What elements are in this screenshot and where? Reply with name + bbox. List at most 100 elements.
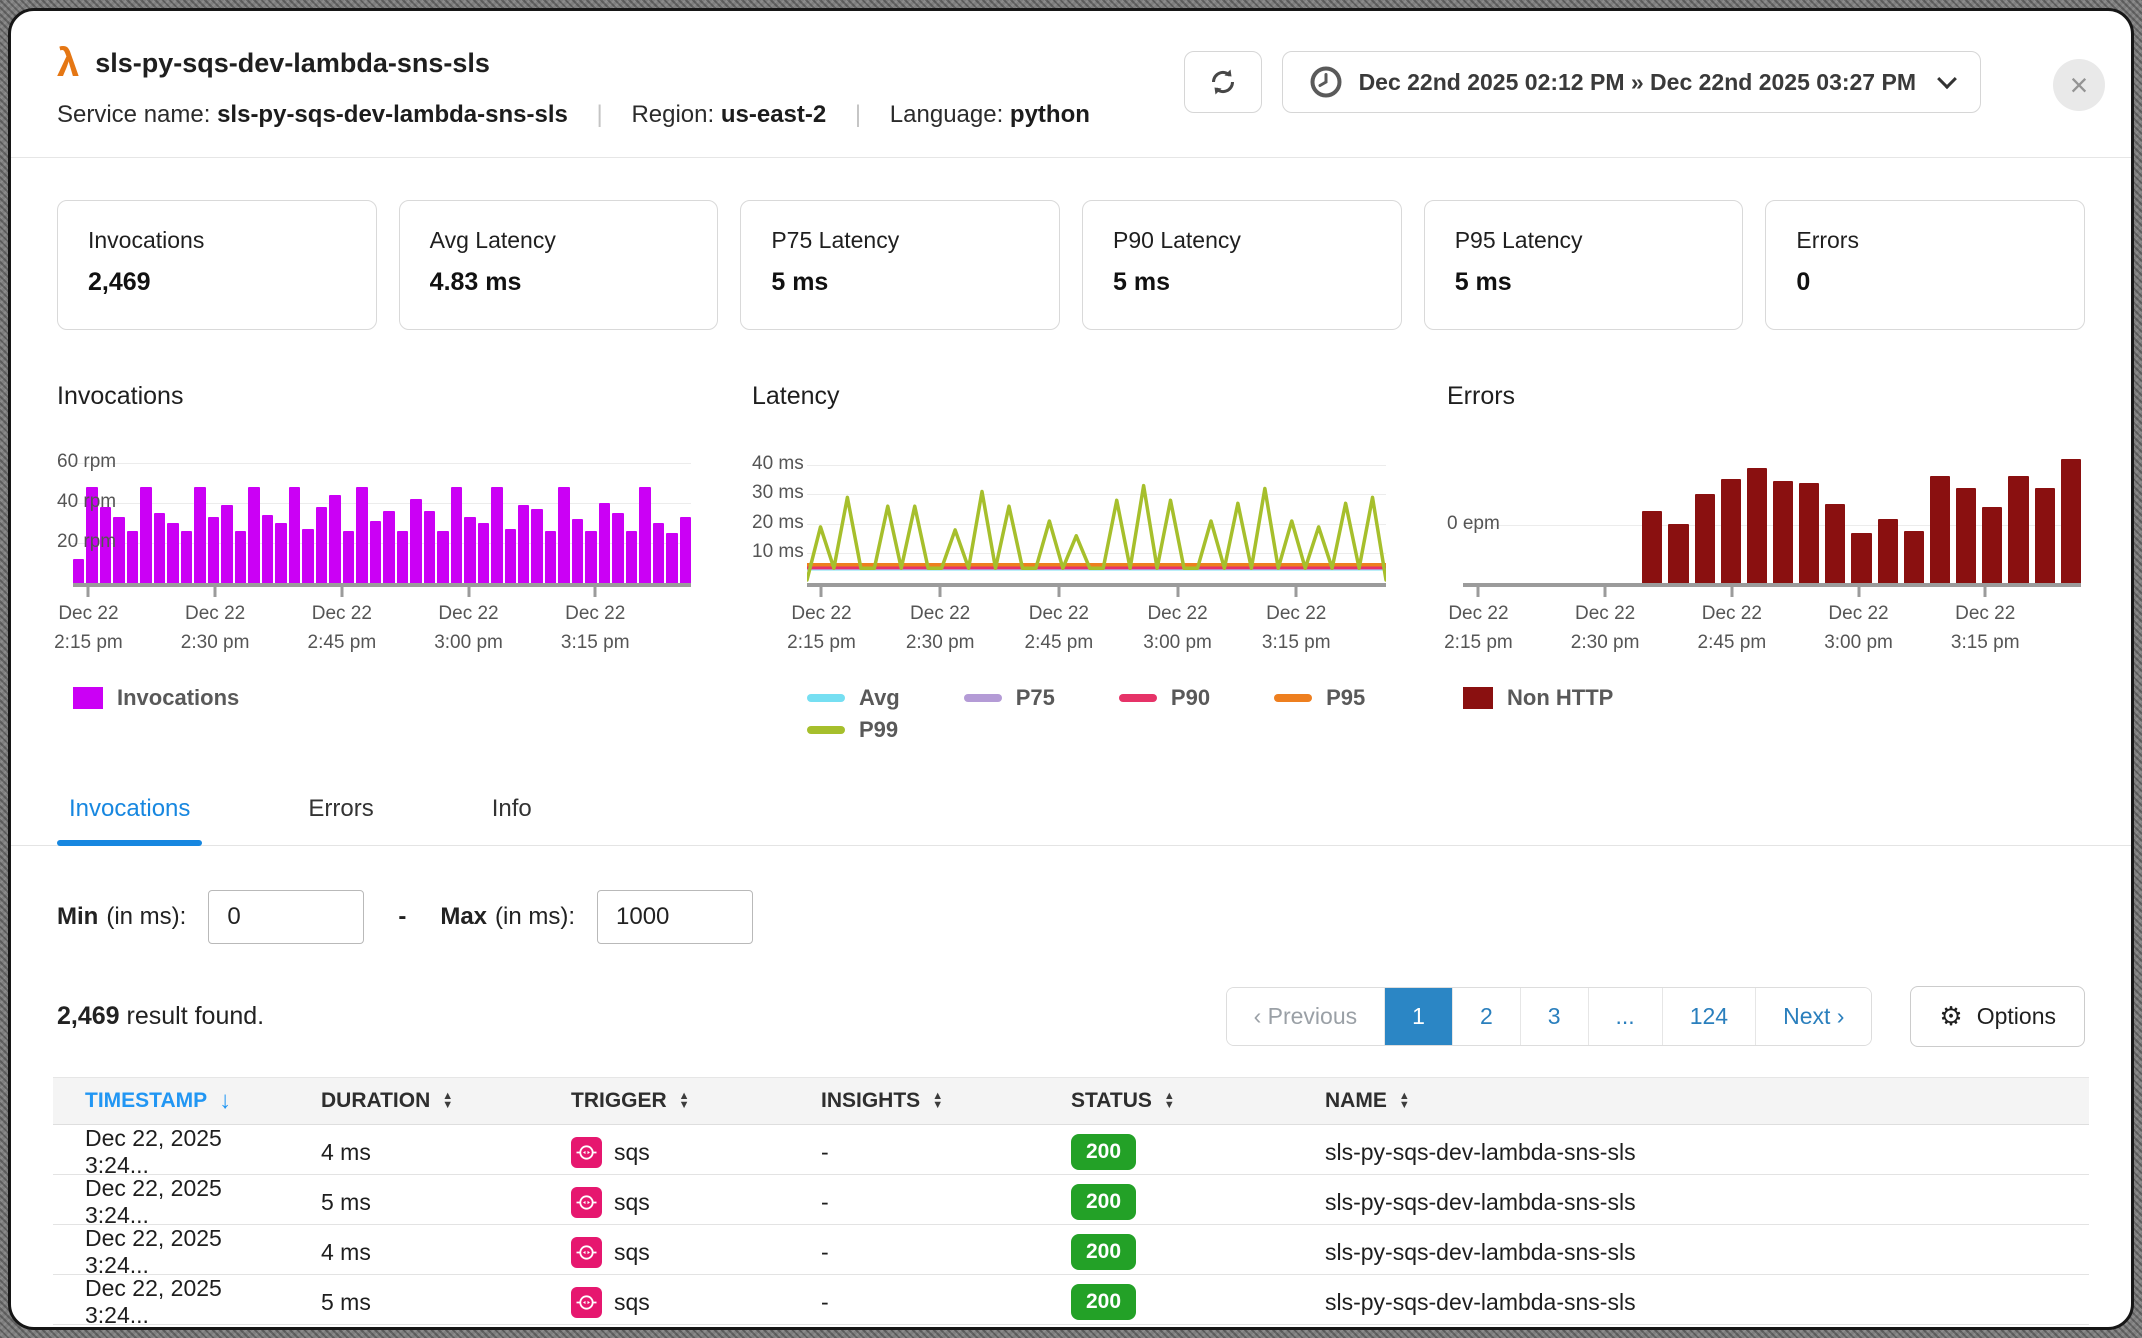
column-header-duration[interactable]: DURATION▲▼ bbox=[289, 1089, 539, 1113]
latency-chart: Latency 40 ms30 ms20 ms10 ms Dec 222:15 … bbox=[752, 382, 1390, 759]
max-duration-input[interactable] bbox=[597, 890, 753, 944]
y-axis-label: 30 ms bbox=[752, 482, 804, 504]
table-row[interactable]: Dec 22, 2025 3:24...5 mssqs-200sls-py-sq… bbox=[53, 1275, 2089, 1325]
bar bbox=[181, 531, 192, 583]
column-header-status[interactable]: STATUS▲▼ bbox=[1039, 1089, 1293, 1113]
cell-name: sls-py-sqs-dev-lambda-sns-sls bbox=[1293, 1239, 2089, 1266]
column-label: STATUS bbox=[1071, 1089, 1152, 1113]
legend-swatch bbox=[964, 694, 1002, 702]
x-axis-label: Dec 222:15 pm bbox=[1444, 599, 1513, 658]
legend-item-avg[interactable]: Avg bbox=[807, 685, 900, 711]
results-count-suffix: result found. bbox=[127, 1002, 265, 1030]
range-dash: - bbox=[398, 903, 406, 931]
pagination-page-2[interactable]: 2 bbox=[1453, 988, 1521, 1045]
legend-item-non-http[interactable]: Non HTTP bbox=[1463, 685, 1613, 711]
metric-label: P95 Latency bbox=[1455, 227, 1713, 254]
column-header-insights[interactable]: INSIGHTS▲▼ bbox=[789, 1089, 1039, 1113]
legend-label: P90 bbox=[1171, 685, 1210, 711]
metric-card: Invocations2,469 bbox=[57, 200, 377, 330]
x-axis-label: Dec 223:15 pm bbox=[561, 599, 630, 658]
legend-item-p90[interactable]: P90 bbox=[1119, 685, 1210, 711]
bar bbox=[451, 487, 462, 583]
cell-status: 200 bbox=[1039, 1284, 1293, 1320]
min-duration-input[interactable] bbox=[208, 890, 364, 944]
table-row[interactable]: Dec 22, 2025 3:24...5 mssqs-200sls-py-sq… bbox=[53, 1175, 2089, 1225]
header-left: λ sls-py-sqs-dev-lambda-sns-sls Service … bbox=[57, 43, 1090, 129]
column-label: TIMESTAMP bbox=[85, 1089, 207, 1113]
x-axis-label: Dec 223:15 pm bbox=[1951, 599, 2020, 658]
bar bbox=[505, 529, 516, 583]
bar bbox=[2008, 476, 2028, 583]
tab-invocations[interactable]: Invocations bbox=[57, 795, 202, 845]
pagination-next[interactable]: Next › bbox=[1756, 988, 1871, 1045]
bar bbox=[1982, 507, 2002, 583]
bar bbox=[612, 513, 623, 583]
language-value: python bbox=[1010, 101, 1090, 128]
cell-name: sls-py-sqs-dev-lambda-sns-sls bbox=[1293, 1289, 2089, 1316]
bar bbox=[531, 509, 542, 583]
legend-label: Invocations bbox=[117, 685, 239, 711]
bar bbox=[167, 523, 178, 583]
pagination-page-3[interactable]: 3 bbox=[1521, 988, 1589, 1045]
table-row[interactable]: Dec 22, 2025 3:24...4 mssqs-200sls-py-sq… bbox=[53, 1125, 2089, 1175]
bar bbox=[383, 511, 394, 583]
close-button[interactable]: × bbox=[2053, 59, 2105, 111]
bar bbox=[370, 521, 381, 583]
legend-item-p75[interactable]: P75 bbox=[964, 685, 1055, 711]
tab-info[interactable]: Info bbox=[480, 795, 544, 845]
x-axis-label: Dec 222:45 pm bbox=[1025, 599, 1094, 658]
sqs-icon bbox=[571, 1237, 602, 1268]
header: λ sls-py-sqs-dev-lambda-sns-sls Service … bbox=[11, 11, 2131, 129]
sqs-icon bbox=[571, 1287, 602, 1318]
tab-errors[interactable]: Errors bbox=[296, 795, 385, 845]
bar bbox=[2061, 459, 2081, 583]
cell-name: sls-py-sqs-dev-lambda-sns-sls bbox=[1293, 1139, 2089, 1166]
options-button[interactable]: ⚙ Options bbox=[1910, 986, 2085, 1047]
column-header-trigger[interactable]: TRIGGER▲▼ bbox=[539, 1089, 789, 1113]
legend-item-invocations[interactable]: Invocations bbox=[73, 685, 239, 711]
bar bbox=[1642, 511, 1662, 583]
legend-swatch bbox=[807, 726, 845, 734]
x-axis-label: Dec 223:00 pm bbox=[1143, 599, 1212, 658]
max-label: Max bbox=[440, 903, 487, 931]
meta-separator: | bbox=[597, 101, 603, 128]
legend-label: Avg bbox=[859, 685, 900, 711]
bar bbox=[262, 515, 273, 583]
bar bbox=[275, 523, 286, 583]
bar bbox=[626, 531, 637, 583]
pagination-ellipsis[interactable]: ... bbox=[1589, 988, 1663, 1045]
legend-item-p95[interactable]: P95 bbox=[1274, 685, 1365, 711]
cell-trigger: sqs bbox=[539, 1187, 789, 1218]
date-range-button[interactable]: Dec 22nd 2025 02:12 PM » Dec 22nd 2025 0… bbox=[1282, 51, 1981, 113]
pagination-page-1[interactable]: 1 bbox=[1385, 988, 1453, 1045]
gear-icon: ⚙ bbox=[1939, 1001, 1962, 1032]
column-header-timestamp[interactable]: TIMESTAMP↓ bbox=[53, 1087, 289, 1115]
bar bbox=[221, 505, 232, 583]
x-axis-tick bbox=[87, 587, 90, 597]
table-row[interactable]: Dec 22, 2025 3:24...4 mssqs-200sls-py-sq… bbox=[53, 1225, 2089, 1275]
metric-label: Invocations bbox=[88, 227, 346, 254]
bar bbox=[154, 513, 165, 583]
sort-icon: ▲▼ bbox=[1399, 1092, 1410, 1110]
max-suffix: (in ms): bbox=[495, 903, 575, 931]
legend-label: P95 bbox=[1326, 685, 1365, 711]
pagination-page-124[interactable]: 124 bbox=[1663, 988, 1756, 1045]
x-axis-tick bbox=[214, 587, 217, 597]
table-row[interactable]: Dec 22, 2025 3:24...5 mssqs-200sls-py-sq… bbox=[53, 1325, 2089, 1330]
x-axis-label: Dec 222:30 pm bbox=[1571, 599, 1640, 658]
legend-item-p99[interactable]: P99 bbox=[807, 717, 898, 743]
x-axis: Dec 222:15 pmDec 222:30 pmDec 222:45 pmD… bbox=[807, 587, 1386, 665]
x-axis-tick bbox=[1295, 587, 1298, 597]
close-icon: × bbox=[2070, 69, 2089, 101]
metric-value: 5 ms bbox=[1455, 268, 1713, 297]
x-axis-label: Dec 222:15 pm bbox=[54, 599, 123, 658]
x-axis-tick bbox=[1984, 587, 1987, 597]
chart-plot: 0 epm bbox=[1447, 453, 2085, 587]
pagination-previous[interactable]: ‹ Previous bbox=[1227, 988, 1386, 1045]
bar bbox=[437, 531, 448, 583]
x-axis-tick bbox=[1176, 587, 1179, 597]
column-header-name[interactable]: NAME▲▼ bbox=[1293, 1089, 2089, 1113]
trigger-label: sqs bbox=[614, 1139, 650, 1166]
refresh-button[interactable] bbox=[1184, 51, 1262, 113]
results-bar: 2,469 result found. ‹ Previous123...124N… bbox=[11, 944, 2131, 1047]
